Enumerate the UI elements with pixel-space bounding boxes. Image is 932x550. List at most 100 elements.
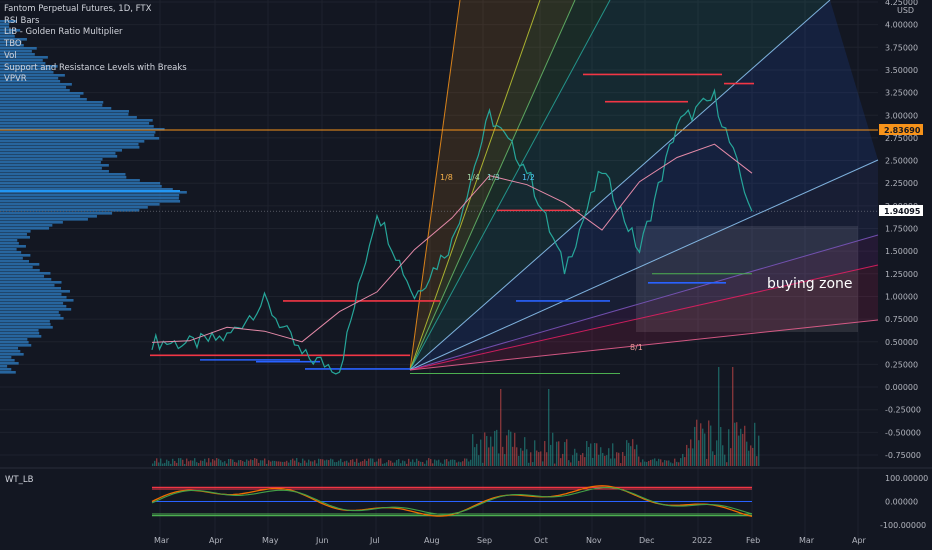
price-tick-label: 2.25000 <box>885 179 918 188</box>
volume-bar <box>702 428 704 466</box>
volume-bar <box>190 460 192 466</box>
volume-bar <box>434 459 436 466</box>
osc-title: WT_LB <box>5 475 34 485</box>
vpvr-bar <box>0 299 74 302</box>
volume-bar <box>278 461 280 466</box>
price-tick-label: 1.25000 <box>885 270 918 279</box>
volume-bar <box>252 460 254 466</box>
vpvr-bar <box>0 86 67 89</box>
vpvr-bar <box>0 251 22 254</box>
volume-bar <box>238 460 240 466</box>
volume-bar <box>286 460 288 466</box>
volume-bar <box>234 461 236 466</box>
legend-indicator[interactable]: TBO <box>4 39 187 51</box>
volume-bar <box>272 460 274 466</box>
volume-bar <box>164 462 166 466</box>
osc-tick-label: 0.00000 <box>885 498 918 507</box>
vpvr-bar <box>0 104 103 107</box>
volume-bar <box>540 451 542 466</box>
volume-bar <box>508 429 510 466</box>
volume-bar <box>556 441 558 466</box>
volume-bar <box>472 434 474 466</box>
volume-bar <box>214 460 216 466</box>
price-tick-label: 3.25000 <box>885 89 918 98</box>
volume-bar <box>558 441 560 466</box>
volume-bar <box>334 462 336 466</box>
volume-bar <box>690 439 692 466</box>
volume-bar <box>662 462 664 466</box>
volume-bar <box>752 447 754 466</box>
osc-tick-label: 100.00000 <box>885 474 928 483</box>
vpvr-bar <box>0 239 18 242</box>
legend-indicator[interactable]: RSI Bars <box>4 16 187 28</box>
volume-bar <box>626 440 628 466</box>
vpvr-bar <box>0 320 50 323</box>
vpvr-bar <box>0 227 50 230</box>
legend-indicator[interactable]: LIB - Golden Ratio Multiplier <box>4 27 187 39</box>
volume-bar <box>314 460 316 466</box>
volume-bar <box>606 455 608 466</box>
volume-bar <box>250 459 252 466</box>
volume-bar <box>652 459 654 466</box>
volume-bar <box>562 453 564 466</box>
vpvr-bar <box>0 206 148 209</box>
vpvr-bar <box>0 365 8 368</box>
time-tick-label: Aug <box>424 536 440 545</box>
volume-bar <box>170 463 172 466</box>
last-price-tag-label: 1.94095 <box>884 207 921 216</box>
volume-bar <box>262 460 264 466</box>
vpvr-bar <box>0 107 112 110</box>
price-tick-label: 3.00000 <box>885 111 918 120</box>
volume-bar <box>464 458 466 466</box>
legend-indicator[interactable]: Support and Resistance Levels with Break… <box>4 63 187 75</box>
volume-bar <box>192 460 194 466</box>
volume-bar <box>320 459 322 466</box>
volume-bar <box>222 462 224 466</box>
fan-label-1-4: 1/4 <box>467 173 480 182</box>
vpvr-bar <box>0 305 67 308</box>
volume-bar <box>426 460 428 466</box>
vpvr-bar <box>0 359 15 362</box>
legend-title[interactable]: Fantom Perpetual Futures, 1D, FTX <box>4 4 187 16</box>
volume-bar <box>746 441 748 466</box>
volume-bar <box>294 460 296 466</box>
volume-bar <box>748 450 750 466</box>
vpvr-bar <box>0 350 21 353</box>
volume-bar <box>462 461 464 466</box>
vpvr-bar <box>0 230 31 233</box>
price-axis: 4.250004.000003.750003.500003.250003.000… <box>885 0 921 460</box>
volume-bar <box>590 443 592 466</box>
volume-bar <box>656 461 658 466</box>
volume-bar <box>284 461 286 466</box>
price-tick-label: -0.75000 <box>885 451 921 460</box>
time-tick-label: Oct <box>534 536 548 545</box>
volume-bar <box>362 461 364 466</box>
vpvr-bar <box>0 215 97 218</box>
volume-bar <box>488 447 490 466</box>
volume-bar <box>738 435 740 466</box>
legend-indicator[interactable]: VPVR <box>4 74 187 86</box>
volume-bar <box>160 458 162 466</box>
osc-tick-label: -100.00000 <box>880 521 926 530</box>
volume-bar <box>186 458 188 466</box>
volume-bar <box>230 458 232 466</box>
vpvr-bar <box>0 284 55 287</box>
vpvr-bar <box>0 368 12 371</box>
volume-bar <box>450 459 452 466</box>
vpvr-bar <box>0 110 129 113</box>
fan-label-1-3: 1/3 <box>487 173 500 182</box>
volume-bar <box>600 447 602 466</box>
volume-bar <box>612 443 614 466</box>
volume-bar <box>406 463 408 466</box>
volume-bar <box>166 459 168 466</box>
volume-bar <box>596 443 598 466</box>
time-tick-label: Feb <box>746 536 760 545</box>
time-tick-label: Jul <box>369 536 380 545</box>
price-tick-label: 1.75000 <box>885 225 918 234</box>
volume-bar <box>706 458 708 466</box>
vpvr-bar <box>0 146 140 149</box>
volume-bar <box>428 458 430 466</box>
legend-indicator[interactable]: Vol <box>4 51 187 63</box>
volume-bar <box>336 462 338 466</box>
volume-bar <box>622 451 624 466</box>
